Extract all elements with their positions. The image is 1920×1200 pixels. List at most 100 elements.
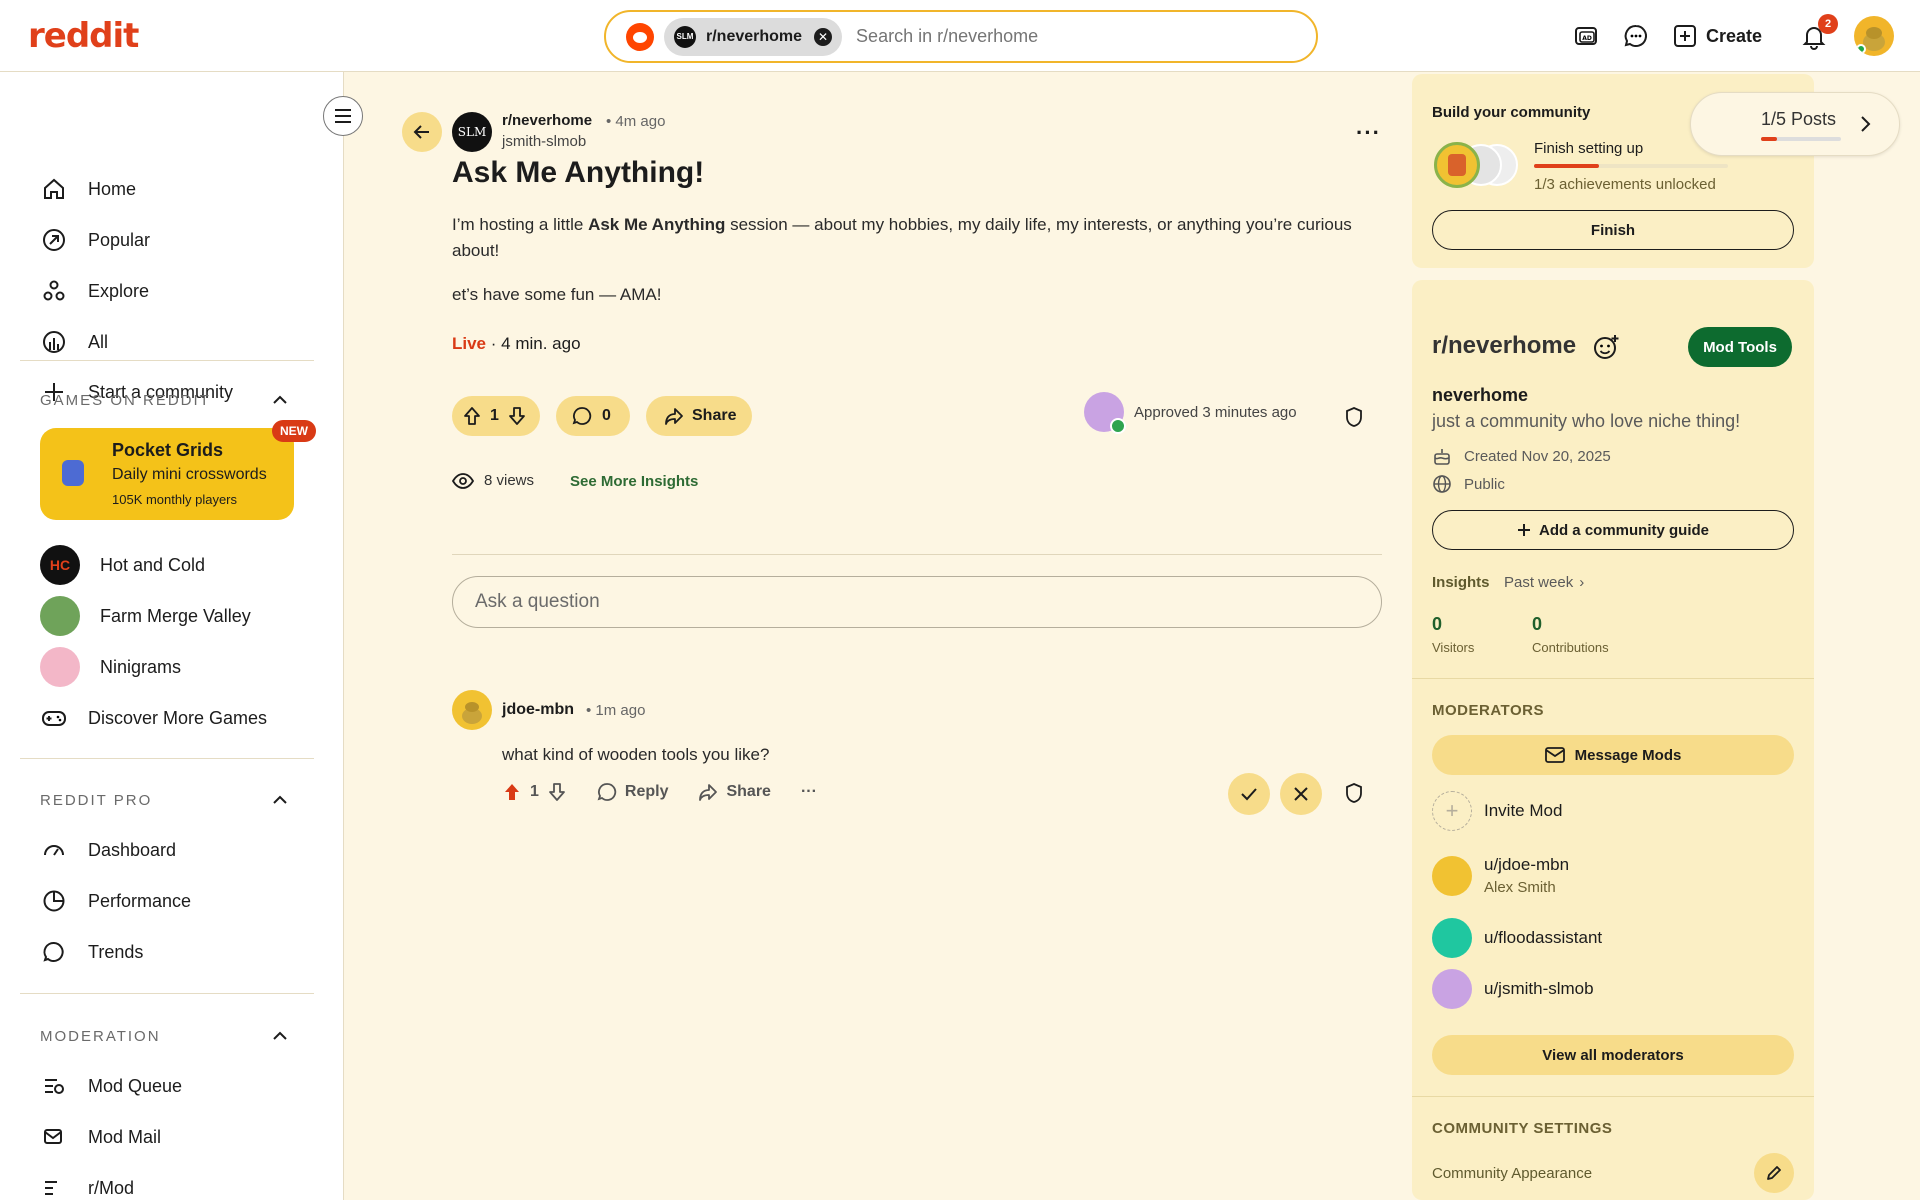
created-date: Created Nov 20, 2025 [1464, 447, 1611, 465]
create-button[interactable]: Create [1672, 16, 1762, 56]
live-label: Live [452, 334, 487, 353]
featured-game-card[interactable]: Pocket Grids Daily mini crosswords 105K … [40, 428, 294, 520]
nav-popular[interactable]: Popular [40, 222, 150, 258]
moderator-avatar [1432, 969, 1472, 1009]
share-label: Share [692, 407, 737, 424]
pocket-grids-icon [62, 460, 84, 486]
mod-tools-button[interactable]: Mod Tools [1688, 327, 1792, 367]
share-button[interactable]: Share [646, 396, 752, 436]
community-appearance-label: Community Appearance [1432, 1165, 1593, 1182]
invite-mod-button[interactable]: + Invite Mod [1432, 791, 1562, 831]
nav-home[interactable]: Home [40, 171, 136, 207]
close-icon[interactable]: ✕ [814, 27, 833, 46]
downvote-icon[interactable] [547, 782, 567, 802]
comment-avatar[interactable] [452, 690, 492, 730]
post-body: I’m hosting a little Ask Me Anything ses… [452, 212, 1372, 264]
globe-icon [1433, 475, 1451, 493]
popular-icon [40, 226, 68, 254]
more-options-icon[interactable]: ··· [1356, 120, 1381, 146]
achievement-badges [1434, 142, 1518, 188]
mod-mail-icon [40, 1123, 68, 1151]
moderator-name: u/jsmith-slmob [1484, 979, 1594, 998]
shield-icon[interactable] [1344, 406, 1364, 428]
nav-all[interactable]: All [40, 324, 108, 360]
approval-status: Approved 3 minutes ago [1084, 392, 1297, 434]
discover-more-games[interactable]: Discover More Games [40, 700, 267, 736]
nav-mod-queue[interactable]: Mod Queue [40, 1068, 182, 1104]
nav-performance[interactable]: Performance [40, 883, 191, 919]
comment-more-options[interactable]: ··· [801, 783, 817, 801]
comments-button[interactable]: 0 [556, 396, 630, 436]
nav-r-mod[interactable]: r/Mod [40, 1170, 134, 1200]
nav-mod-mail-label: Mod Mail [88, 1126, 162, 1147]
search-input[interactable] [856, 26, 1217, 47]
comment-time: • 1m ago [586, 702, 646, 719]
moderator-row[interactable]: u/jsmith-slmob [1432, 969, 1594, 1009]
live-status: Live · 4 min. ago [452, 334, 581, 354]
approve-button[interactable] [1228, 773, 1270, 815]
moderator-row[interactable]: u/jdoe-mbn Alex Smith [1432, 855, 1569, 896]
reply-label: Reply [624, 783, 669, 800]
eye-icon [452, 472, 474, 489]
comment-share-button[interactable]: Share [698, 782, 771, 802]
upvote-icon[interactable] [502, 782, 522, 802]
shield-icon[interactable] [1344, 782, 1364, 804]
view-all-moderators-button[interactable]: View all moderators [1432, 1035, 1794, 1075]
moderator-info: u/jdoe-mbn Alex Smith [1484, 855, 1569, 896]
add-emoji-icon[interactable] [1592, 333, 1620, 361]
see-more-insights-link[interactable]: See More Insights [570, 473, 698, 490]
user-avatar[interactable] [1854, 16, 1894, 56]
upvote-icon[interactable] [462, 406, 482, 426]
moderator-row[interactable]: u/floodassistant [1432, 918, 1602, 958]
nav-explore[interactable]: Explore [40, 273, 149, 309]
game-label: Hot and Cold [100, 554, 206, 575]
top-header: reddit SLM r/neverhome ✕ AD Create 2 [0, 0, 1920, 72]
subreddit-avatar[interactable]: SLM [452, 112, 492, 152]
nav-performance-label: Performance [88, 890, 192, 911]
arrow-left-icon [413, 125, 429, 139]
remove-button[interactable] [1280, 773, 1322, 815]
finish-button[interactable]: Finish [1432, 210, 1794, 250]
chevron-up-icon[interactable] [270, 790, 290, 810]
comment-text: what kind of wooden tools you like? [502, 745, 770, 764]
message-mods-button[interactable]: Message Mods [1432, 735, 1794, 775]
advertise-icon[interactable]: AD [1570, 20, 1602, 52]
home-icon [40, 175, 68, 203]
chat-icon[interactable] [1620, 20, 1652, 52]
edit-appearance-button[interactable] [1754, 1153, 1794, 1193]
sidebar-divider [20, 758, 314, 759]
visibility-info: Public [1432, 474, 1505, 494]
moderator-name: u/floodassistant [1484, 928, 1603, 947]
downvote-icon[interactable] [507, 406, 527, 426]
nav-dashboard[interactable]: Dashboard [40, 832, 176, 868]
nav-dashboard-label: Dashboard [88, 839, 177, 860]
post-author[interactable]: jsmith-slmob [502, 133, 586, 150]
game-hot-and-cold[interactable]: HC Hot and Cold [40, 545, 206, 585]
nav-mod-mail[interactable]: Mod Mail [40, 1119, 161, 1155]
ask-question-input[interactable]: Ask a question [452, 576, 1382, 628]
community-description: just a community who love niche thing! [1432, 411, 1741, 431]
comment-author[interactable]: jdoe-mbn [502, 701, 574, 719]
chevron-up-icon[interactable] [270, 390, 290, 410]
moderation-section-title: MODERATION [40, 1028, 161, 1045]
create-label: Create [1706, 25, 1763, 46]
performance-icon [40, 887, 68, 915]
search-bar[interactable]: SLM r/neverhome ✕ [604, 10, 1318, 63]
reddit-logo[interactable]: reddit [28, 16, 139, 56]
game-farm-merge-valley[interactable]: Farm Merge Valley [40, 596, 251, 636]
community-name: r/neverhome [1432, 332, 1577, 359]
back-button[interactable] [402, 112, 442, 152]
nav-trends[interactable]: Trends [40, 934, 143, 970]
insights-range-selector[interactable]: Past week › [1504, 574, 1584, 591]
reply-button[interactable]: Reply [597, 782, 669, 802]
comment-vote-count: 1 [530, 783, 539, 800]
posts-progress-pill[interactable]: 1/5 Posts [1690, 92, 1900, 156]
nav-all-label: All [88, 331, 109, 352]
subreddit-chip[interactable]: SLM r/neverhome ✕ [664, 17, 843, 56]
post-subreddit[interactable]: r/neverhome [502, 112, 592, 129]
sidebar-collapse-button[interactable] [323, 96, 363, 136]
chevron-up-icon[interactable] [270, 1026, 290, 1046]
add-community-guide-button[interactable]: Add a community guide [1432, 510, 1794, 550]
achievement-progress-fill [1534, 164, 1599, 168]
game-ninigrams[interactable]: Ninigrams [40, 647, 181, 687]
